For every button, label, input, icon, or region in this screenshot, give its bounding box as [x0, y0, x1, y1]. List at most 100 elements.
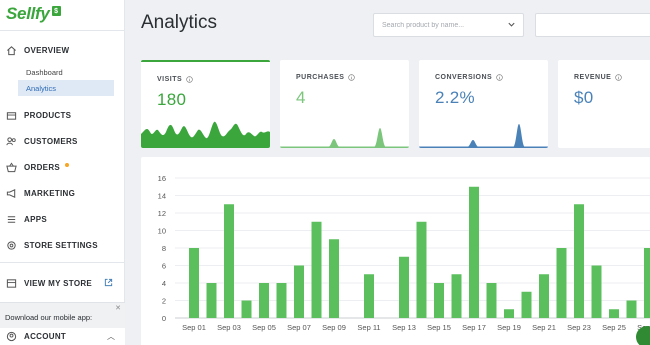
card-label-text: CONVERSIONS: [435, 74, 493, 81]
notification-dot: [65, 163, 70, 167]
info-icon[interactable]: [348, 74, 356, 81]
x-tick-label: Sep 09: [322, 323, 346, 332]
bar-sep-13[interactable]: [399, 256, 409, 318]
bar-sep-24[interactable]: [591, 265, 602, 319]
card-value: 2.2%: [435, 88, 475, 107]
card-label-text: VISITS: [157, 76, 183, 83]
conversions-sparkline: [419, 124, 548, 148]
nav-overview[interactable]: OVERVIEW: [0, 40, 125, 60]
subnav-dashboard[interactable]: Dashboard: [18, 64, 114, 80]
card-revenue[interactable]: REVENUE $0: [558, 60, 650, 148]
bar-sep-21[interactable]: [539, 274, 549, 318]
bar-sep-01[interactable]: [189, 248, 199, 318]
basket-icon: [6, 162, 17, 173]
search-input[interactable]: [374, 14, 494, 37]
card-label-text: REVENUE: [574, 74, 612, 81]
bar-sep-26[interactable]: [626, 300, 637, 319]
y-tick-label: 0: [162, 314, 166, 323]
card-label-text: PURCHASES: [296, 74, 345, 81]
close-icon[interactable]: ✕: [115, 304, 121, 312]
subnav-analytics[interactable]: Analytics: [18, 80, 114, 96]
sidebar: Sellfy $ OVERVIEW Dashboard Analytics PR…: [0, 0, 125, 345]
visits-sparkline: [141, 121, 270, 148]
external-link-icon[interactable]: [104, 278, 113, 287]
bar-sep-25[interactable]: [609, 309, 619, 318]
x-tick-label: Sep 05: [252, 323, 276, 332]
bar-sep-07[interactable]: [294, 265, 304, 319]
bar-sep-06[interactable]: [276, 283, 287, 318]
bar-sep-14[interactable]: [416, 221, 427, 318]
logo-text: Sellfy: [6, 4, 50, 23]
store-icon: [6, 278, 17, 289]
nav-view-my-store[interactable]: VIEW MY STORE: [0, 273, 125, 293]
box-icon: [6, 110, 17, 121]
user-icon: [6, 331, 17, 342]
nav-account[interactable]: ACCOUNT ︿: [0, 328, 125, 345]
nav-label: CUSTOMERS: [24, 136, 78, 146]
chevron-up-icon[interactable]: ︿: [107, 331, 115, 342]
home-icon: [6, 45, 17, 56]
bar-sep-19[interactable]: [504, 309, 514, 318]
y-tick-label: 2: [162, 297, 166, 306]
nav-orders[interactable]: ORDERS: [0, 157, 125, 177]
divider: [0, 262, 125, 263]
bar-sep-18[interactable]: [486, 283, 497, 318]
card-purchases[interactable]: PURCHASES 4: [280, 60, 409, 148]
date-range-picker[interactable]: [535, 13, 650, 37]
nav-store-settings[interactable]: STORE SETTINGS: [0, 235, 125, 255]
bar-sep-04[interactable]: [241, 300, 252, 319]
nav-label: PRODUCTS: [24, 110, 72, 120]
nav-apps[interactable]: APPS: [0, 209, 125, 229]
bar-sep-16[interactable]: [451, 274, 462, 318]
nav-products[interactable]: PRODUCTS: [0, 105, 125, 125]
bar-sep-08[interactable]: [311, 221, 322, 318]
bar-sep-02[interactable]: [206, 283, 217, 318]
bar-sep-03[interactable]: [224, 204, 234, 318]
card-label: REVENUE: [574, 74, 623, 81]
nav-label: VIEW MY STORE: [24, 278, 93, 288]
bar-sep-23[interactable]: [574, 204, 584, 318]
x-tick-label: Sep 13: [392, 323, 416, 332]
gear-icon: [6, 240, 17, 251]
nav-label: APPS: [24, 214, 47, 224]
nav-marketing[interactable]: MARKETING: [0, 183, 125, 203]
nav-label: STORE SETTINGS: [24, 240, 98, 250]
card-label: CONVERSIONS: [435, 74, 503, 81]
nav-customers[interactable]: CUSTOMERS: [0, 131, 125, 151]
nav-label: ORDERS: [24, 162, 61, 172]
bar-sep-27[interactable]: [644, 248, 650, 318]
info-icon[interactable]: [496, 74, 503, 81]
y-tick-label: 14: [158, 192, 166, 201]
bar-sep-05[interactable]: [259, 283, 269, 318]
info-icon[interactable]: [186, 76, 193, 83]
sellfy-logo[interactable]: Sellfy $: [6, 4, 61, 24]
card-value: $0: [574, 88, 594, 107]
bar-sep-20[interactable]: [521, 291, 532, 318]
bar-sep-15[interactable]: [434, 283, 444, 318]
bar-sep-22[interactable]: [556, 248, 567, 318]
help-chat-button[interactable]: [636, 326, 650, 345]
card-visits[interactable]: VISITS 180: [141, 60, 270, 148]
bar-sep-17[interactable]: [469, 186, 479, 318]
y-tick-label: 8: [162, 244, 166, 253]
logo-badge: $: [51, 6, 61, 16]
x-tick-label: Sep 25: [602, 323, 626, 332]
mobile-app-banner: ✕ Download our mobile app:: [0, 302, 125, 328]
x-tick-label: Sep 21: [532, 323, 556, 332]
x-tick-label: Sep 19: [497, 323, 521, 332]
y-tick-label: 4: [162, 279, 166, 288]
x-tick-label: Sep 15: [427, 323, 451, 332]
y-tick-label: 12: [158, 209, 166, 218]
divider: [0, 30, 125, 31]
card-value: 4: [296, 88, 306, 107]
product-search[interactable]: [373, 13, 524, 37]
bar-sep-09[interactable]: [329, 239, 339, 318]
card-conversions[interactable]: CONVERSIONS 2.2%: [419, 60, 548, 148]
card-value: 180: [157, 90, 187, 109]
x-tick-label: Sep 01: [182, 323, 206, 332]
card-label: PURCHASES: [296, 74, 356, 81]
chevron-down-icon[interactable]: [507, 20, 516, 29]
info-icon[interactable]: [615, 74, 623, 81]
y-tick-label: 10: [158, 227, 166, 236]
bar-sep-11[interactable]: [364, 274, 374, 318]
